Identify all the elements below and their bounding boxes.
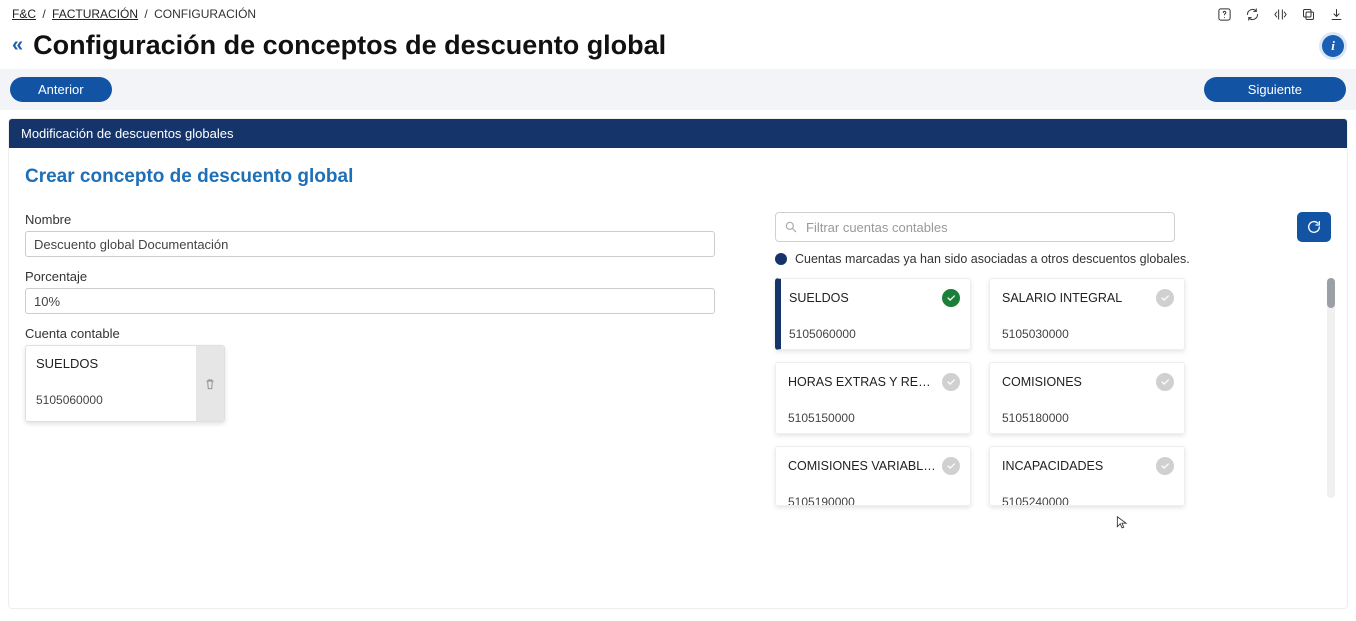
check-icon [1156,457,1174,475]
accounts-grid: SUELDOS 5105060000 SALARIO INTEGRAL 5105030… [775,278,1185,506]
percentage-input[interactable] [25,288,715,314]
next-button[interactable]: Siguiente [1204,77,1346,102]
chip-name: SUELDOS [36,356,186,371]
top-icons [1216,6,1344,22]
help-icon[interactable] [1216,6,1232,22]
check-icon [942,373,960,391]
percentage-label: Porcentaje [25,269,715,284]
account-card-code: 5105180000 [1002,411,1174,425]
account-card[interactable]: SALARIO INTEGRAL 5105030000 [989,278,1185,350]
selected-account-chip: SUELDOS 5105060000 [25,345,225,422]
note-dot-icon [775,253,787,265]
breadcrumb: F&C / FACTURACIÓN / CONFIGURACIÓN [12,7,256,21]
search-input[interactable] [775,212,1175,242]
account-card-code: 5105240000 [1002,495,1174,506]
account-card-name: HORAS EXTRAS Y RECARGO [788,375,960,389]
breadcrumb-l1[interactable]: FACTURACIÓN [52,7,138,21]
account-card-code: 5105190000 [788,495,960,506]
account-card-code: 5105150000 [788,411,960,425]
breadcrumb-l2: CONFIGURACIÓN [154,7,256,21]
check-icon [1156,289,1174,307]
account-card-name: COMISIONES [1002,375,1174,389]
account-card-name: SALARIO INTEGRAL [1002,291,1174,305]
associated-note: Cuentas marcadas ya han sido asociadas a… [775,252,1331,266]
cursor-icon [1115,512,1129,532]
account-card[interactable]: INCAPACIDADES 5105240000 [989,446,1185,506]
breadcrumb-root[interactable]: F&C [12,7,36,21]
info-icon[interactable]: i [1322,35,1344,57]
account-card[interactable]: HORAS EXTRAS Y RECARGO 5105150000 [775,362,971,434]
download-icon[interactable] [1328,6,1344,22]
account-card-name: SUELDOS [789,291,960,305]
account-card[interactable]: COMISIONES VARIABLES 5105190000 [775,446,971,506]
back-chevrons-icon[interactable]: « [12,34,19,57]
account-card-name: INCAPACIDADES [1002,459,1174,473]
check-icon [942,289,960,307]
account-card-name: COMISIONES VARIABLES [788,459,960,473]
name-label: Nombre [25,212,715,227]
search-icon [784,220,798,234]
account-card-code: 5105060000 [789,327,960,341]
refresh-search-button[interactable] [1297,212,1331,242]
account-label: Cuenta contable [25,326,715,341]
panel-header: Modificación de descuentos globales [9,119,1347,148]
copy-icon[interactable] [1300,6,1316,22]
account-card[interactable]: COMISIONES 5105180000 [989,362,1185,434]
chip-code: 5105060000 [36,393,186,407]
check-icon [1156,373,1174,391]
remove-account-button[interactable] [196,346,224,421]
note-text: Cuentas marcadas ya han sido asociadas a… [795,252,1190,266]
name-input[interactable] [25,231,715,257]
scrollbar-thumb[interactable] [1327,278,1335,308]
section-title: Crear concepto de descuento global [25,166,1331,188]
cards-scrollbar[interactable] [1327,278,1335,498]
page-title: Configuración de conceptos de descuento … [33,30,666,61]
split-icon[interactable] [1272,6,1288,22]
account-card[interactable]: SUELDOS 5105060000 [775,278,971,350]
account-card-code: 5105030000 [1002,327,1174,341]
check-icon [942,457,960,475]
prev-button[interactable]: Anterior [10,77,112,102]
refresh-icon[interactable] [1244,6,1260,22]
